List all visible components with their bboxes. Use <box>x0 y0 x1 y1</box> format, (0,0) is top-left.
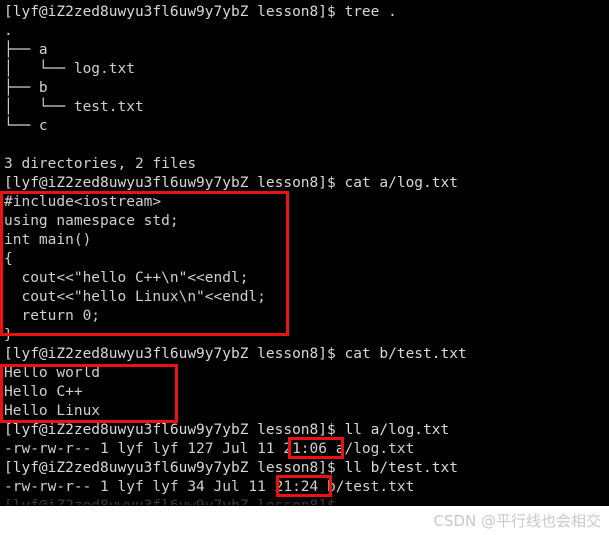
terminal-line-code-include: #include<iostream> <box>4 194 162 210</box>
terminal-line-hello-world: Hello world <box>4 365 101 381</box>
terminal-line-code-return: return 0; <box>4 308 101 324</box>
terminal-line-prompt-tree: [lyf@iZ2zed8uwyu3fl6uw9y7ybZ lesson8]$ t… <box>4 4 397 20</box>
terminal-line-code-cout-linux: cout<<"hello Linux\n"<<endl; <box>4 289 266 305</box>
terminal-line-tree-dir-b: ├── b <box>4 80 48 96</box>
csdn-watermark: CSDN @平行线也会相交 <box>433 512 601 530</box>
terminal-window[interactable]: [lyf@iZ2zed8uwyu3fl6uw9y7ybZ lesson8]$ t… <box>0 0 609 506</box>
terminal-line-cut-off: [lyf@iZ2zed8uwyu3fl6uw9y7ybZ lesson8]$ <box>4 497 604 505</box>
terminal-line-listing-log: -rw-rw-r-- 1 lyf lyf 127 Jul 11 21:06 a/… <box>4 441 415 457</box>
terminal-line-prompt-cat-log: [lyf@iZ2zed8uwyu3fl6uw9y7ybZ lesson8]$ c… <box>4 175 458 191</box>
terminal-line-tree-root: . <box>4 23 13 39</box>
terminal-line-prompt-ll-test: [lyf@iZ2zed8uwyu3fl6uw9y7ybZ lesson8]$ l… <box>4 460 458 476</box>
terminal-output-area: [lyf@iZ2zed8uwyu3fl6uw9y7ybZ lesson8]$ t… <box>4 3 609 497</box>
terminal-line-hello-cpp: Hello C++ <box>4 384 83 400</box>
terminal-line-tree-dir-c: └── c <box>4 118 48 134</box>
terminal-line-code-cout-cpp: cout<<"hello C++\n"<<endl; <box>4 270 249 286</box>
terminal-line-listing-test: -rw-rw-r-- 1 lyf lyf 34 Jul 11 21:24 b/t… <box>4 479 415 495</box>
terminal-line-code-open-brace: { <box>4 251 13 267</box>
terminal-line-prompt-cat-test: [lyf@iZ2zed8uwyu3fl6uw9y7ybZ lesson8]$ c… <box>4 346 467 362</box>
terminal-line-tree-file-test: │ └── test.txt <box>4 99 144 115</box>
terminal-line-code-close-brace: } <box>4 327 13 343</box>
terminal-line-code-main: int main() <box>4 232 92 248</box>
terminal-line-prompt-ll-log: [lyf@iZ2zed8uwyu3fl6uw9y7ybZ lesson8]$ l… <box>4 422 450 438</box>
terminal-cut-prompt: [lyf@iZ2zed8uwyu3fl6uw9y7ybZ lesson8]$ <box>4 497 604 505</box>
terminal-line-hello-linux: Hello Linux <box>4 403 101 419</box>
terminal-line-tree-summary: 3 directories, 2 files <box>4 156 197 172</box>
terminal-line-tree-file-log: │ └── log.txt <box>4 61 135 77</box>
terminal-line-code-using: using namespace std; <box>4 213 179 229</box>
terminal-line-tree-dir-a: ├── a <box>4 42 48 58</box>
